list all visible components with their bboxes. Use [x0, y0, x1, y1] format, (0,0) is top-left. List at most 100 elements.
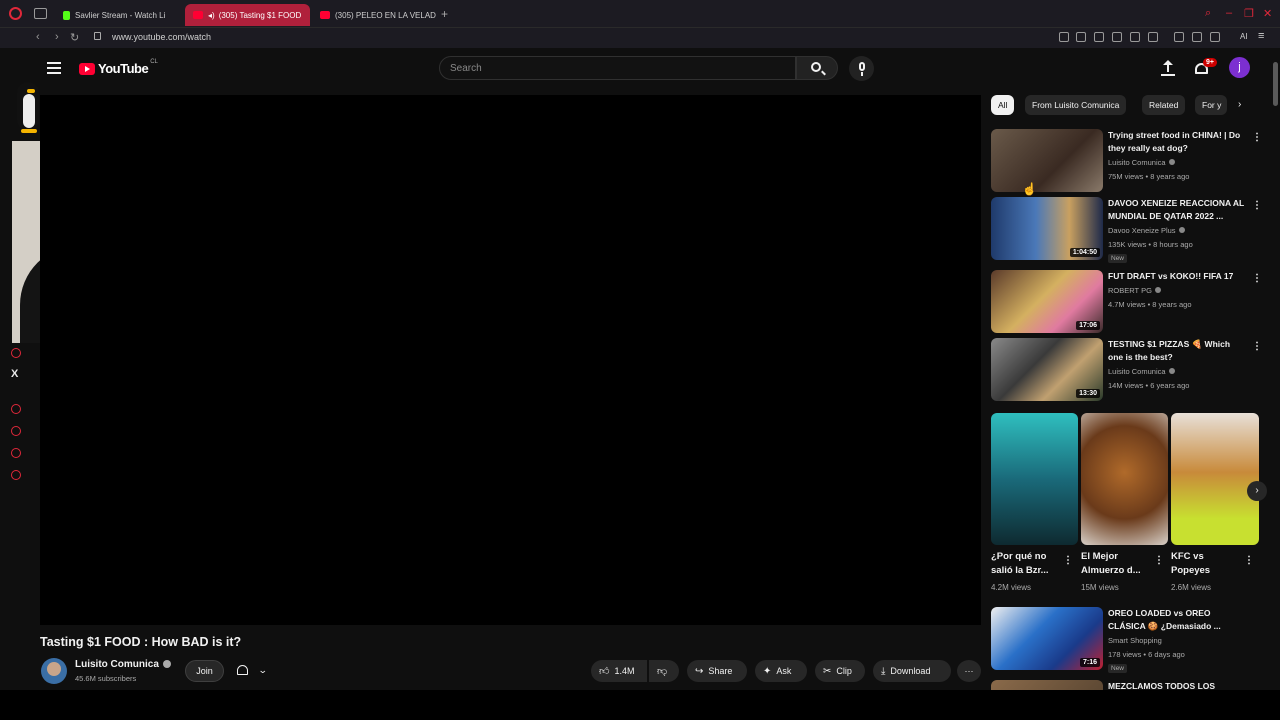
subscription-bell-button[interactable] [236, 664, 250, 678]
more-options-icon[interactable]: ⋮ [1252, 132, 1262, 143]
youtube-logo[interactable]: YouTube CL [79, 59, 158, 76]
social-icon [11, 470, 21, 480]
menu-icon[interactable] [47, 62, 61, 74]
short-title[interactable]: KFC vs Popeyes [1171, 550, 1241, 578]
ask-button[interactable]: ✦ Ask [755, 660, 807, 682]
browser-tab-active[interactable]: ◂) (305) Tasting $1 FOOD [185, 4, 310, 26]
profile-icon[interactable] [1192, 32, 1202, 42]
chip-for-you[interactable]: For y [1195, 95, 1227, 115]
maximize-button[interactable]: ❐ [1244, 7, 1254, 20]
speaker-icon[interactable]: ◂) [208, 11, 215, 20]
share-button[interactable]: ↪ Share [687, 660, 747, 682]
url-field[interactable]: www.youtube.com/watch [112, 32, 211, 42]
recommendation-item[interactable]: 1:04:50 DAVOO XENEIZE REACCIONA AL MUNDI… [991, 197, 1262, 263]
opera-logo-icon[interactable] [9, 7, 22, 20]
scrollbar-thumb[interactable] [1273, 62, 1278, 106]
downloads-icon[interactable] [1210, 32, 1220, 42]
recommendation-channel-text: Luisito Comunica [1108, 158, 1166, 167]
short-thumbnail[interactable] [1081, 413, 1168, 545]
shield-icon[interactable] [1094, 32, 1104, 42]
video-thumbnail[interactable] [991, 129, 1103, 192]
heart-icon[interactable] [1148, 32, 1158, 42]
short-views: 15M views [1081, 583, 1119, 592]
video-player[interactable] [40, 95, 981, 625]
recommendation-item[interactable]: 17:06 FUT DRAFT vs KOKO!! FIFA 17 ROBERT… [991, 270, 1262, 334]
short-thumbnail[interactable] [991, 413, 1078, 545]
player-icon[interactable] [1130, 32, 1140, 42]
more-actions-button[interactable]: ··· [957, 660, 981, 682]
recommendation-title[interactable]: Trying street food in CHINA! | Do they r… [1108, 129, 1244, 155]
dislike-button[interactable]: 👎︎ [649, 660, 679, 682]
browser-menu-icon[interactable]: ≡ [1258, 30, 1264, 42]
recommendation-channel: Smart Shopping [1108, 636, 1162, 645]
thumbs-up-icon: 👍︎ [599, 666, 610, 677]
recommendation-item[interactable]: MEZCLAMOS TODOS LOS [991, 680, 1261, 690]
duration-badge: 7:16 [1079, 658, 1100, 667]
reload-button[interactable]: ↻ [70, 31, 79, 44]
social-icon [11, 426, 21, 436]
minimize-button[interactable]: – [1226, 7, 1232, 19]
recommendation-channel: Luisito Comunica [1108, 158, 1175, 167]
short-thumbnail[interactable] [1171, 413, 1259, 545]
chevron-down-icon[interactable]: ⌄ [258, 665, 268, 676]
video-thumbnail[interactable]: 13:30 [991, 338, 1103, 401]
microphone-icon [859, 62, 865, 71]
channel-name[interactable]: Luisito Comunica [75, 659, 171, 670]
back-button[interactable]: ‹ [36, 31, 40, 43]
recommendation-item[interactable]: 7:16 OREO LOADED vs OREO CLÁSICA 🍪 ¿Dema… [991, 607, 1261, 673]
video-thumbnail[interactable] [991, 680, 1103, 690]
page-scrollbar[interactable] [1272, 48, 1280, 688]
youtube-favicon-icon [320, 11, 330, 19]
mouse-cursor-icon: ☝ [1022, 182, 1037, 196]
video-thumbnail[interactable]: 17:06 [991, 270, 1103, 333]
new-tab-button[interactable]: + [441, 7, 448, 21]
recommendation-title[interactable]: MEZCLAMOS TODOS LOS [1108, 680, 1244, 690]
more-options-icon[interactable]: ⋮ [1252, 273, 1262, 284]
lock-icon[interactable] [94, 32, 101, 40]
chip-all[interactable]: All [991, 95, 1015, 115]
snapshot-icon[interactable] [1076, 32, 1086, 42]
close-window-button[interactable]: ✕ [1263, 7, 1272, 20]
short-title[interactable]: El Mejor Almuerzo d... [1081, 550, 1151, 578]
chip-from-channel[interactable]: From Luisito Comunica [1025, 95, 1127, 115]
recommendation-channel-text: Luisito Comunica [1108, 367, 1166, 376]
recommendation-title[interactable]: FUT DRAFT vs KOKO!! FIFA 17 [1108, 270, 1244, 283]
video-thumbnail[interactable]: 1:04:50 [991, 197, 1103, 260]
chip-related[interactable]: Related [1142, 95, 1186, 115]
shorts-next-button[interactable]: › [1247, 481, 1267, 501]
search-tabs-icon[interactable]: ⌕ [1205, 7, 1211, 20]
chevron-right-icon[interactable]: › [1238, 99, 1241, 110]
video-thumbnail[interactable]: 7:16 [991, 607, 1103, 670]
like-button[interactable]: 👍︎ 1.4M [591, 660, 647, 682]
create-button[interactable] [1160, 60, 1176, 78]
translate-icon[interactable] [1112, 32, 1122, 42]
more-options-icon[interactable]: ⋮ [1154, 555, 1164, 566]
recommendation-title[interactable]: OREO LOADED vs OREO CLÁSICA 🍪 ¿Demasiado… [1108, 607, 1244, 633]
workspaces-icon[interactable] [34, 8, 47, 19]
browser-tab-youtube[interactable]: (305) PELEO EN LA VELAD [312, 4, 437, 26]
search-button[interactable] [796, 56, 838, 80]
recommendation-title[interactable]: DAVOO XENEIZE REACCIONA AL MUNDIAL DE QA… [1108, 197, 1244, 223]
download-button[interactable]: ⤓ Download [873, 660, 951, 682]
ai-button[interactable]: AI [1240, 32, 1248, 41]
forward-button[interactable]: › [55, 31, 59, 43]
voice-search-button[interactable] [849, 56, 874, 81]
more-options-icon[interactable]: ⋮ [1252, 341, 1262, 352]
search-input[interactable] [450, 63, 780, 74]
more-options-icon[interactable]: ⋮ [1252, 200, 1262, 211]
more-options-icon[interactable]: ⋮ [1244, 555, 1254, 566]
recommendation-title[interactable]: TESTING $1 PIZZAS 🍕 Which one is the bes… [1108, 338, 1244, 364]
recommendation-channel: ROBERT PG [1108, 286, 1161, 295]
bookmark-icon[interactable] [1059, 32, 1069, 42]
join-button[interactable]: Join [185, 660, 224, 682]
more-options-icon[interactable]: ⋮ [1063, 555, 1073, 566]
recommendation-meta: 178 views • 6 days ago [1108, 650, 1185, 659]
account-avatar[interactable]: j [1229, 57, 1250, 78]
subscriber-count: 45.6M subscribers [75, 674, 137, 683]
channel-avatar[interactable] [41, 658, 67, 684]
clip-button[interactable]: ✂ Clip [815, 660, 865, 682]
recommendation-item[interactable]: 13:30 TESTING $1 PIZZAS 🍕 Which one is t… [991, 338, 1262, 402]
extensions-icon[interactable] [1174, 32, 1184, 42]
short-title[interactable]: ¿Por qué no salió la Bzr... [991, 550, 1061, 578]
browser-tab-kick[interactable]: Savlier Stream - Watch Li [55, 4, 181, 26]
